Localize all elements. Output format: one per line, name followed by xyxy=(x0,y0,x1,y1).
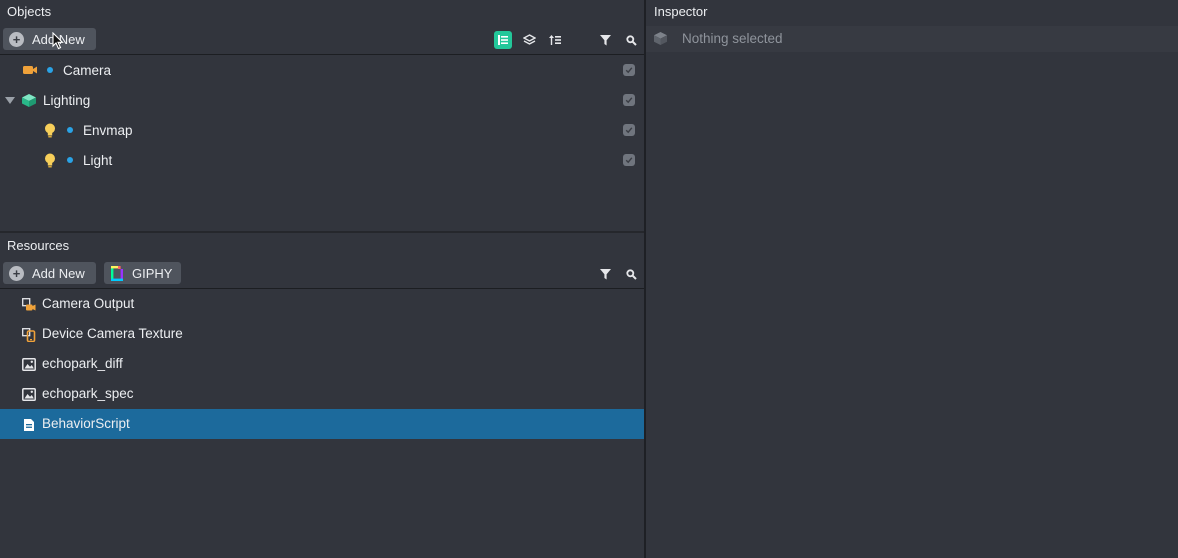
left-column: Objects + Add New Camera Lighting Envmap… xyxy=(0,0,644,558)
panel-splitter[interactable] xyxy=(0,231,644,233)
inspector-header: Nothing selected xyxy=(646,26,1178,52)
tree-item-label: Envmap xyxy=(83,122,133,138)
resource-item-echopark-spec[interactable]: echopark_spec xyxy=(0,379,644,409)
tree-item-lighting[interactable]: Lighting xyxy=(0,85,644,115)
resources-search-button[interactable] xyxy=(622,265,640,283)
tree-item-camera[interactable]: Camera xyxy=(0,55,644,85)
inspector-panel-title: Inspector xyxy=(654,4,708,19)
search-icon xyxy=(625,34,637,46)
status-dot xyxy=(47,67,53,73)
giphy-logo-icon xyxy=(111,265,123,281)
objects-search-button[interactable] xyxy=(622,31,640,49)
tree-item-label: Camera xyxy=(63,62,112,78)
list-tree-icon xyxy=(498,35,508,45)
resources-filter-button[interactable] xyxy=(596,265,614,283)
sort-order-toggle[interactable] xyxy=(546,31,564,49)
resource-item-device-camera-texture[interactable]: Device Camera Texture xyxy=(0,319,644,349)
filter-icon xyxy=(599,268,611,279)
resource-item-label: echopark_diff xyxy=(42,356,123,371)
objects-panel-title: Objects xyxy=(7,4,52,19)
tree-item-envmap[interactable]: Envmap xyxy=(0,115,644,145)
giphy-label: GIPHY xyxy=(132,265,173,281)
resource-item-label: Device Camera Texture xyxy=(42,326,183,341)
visibility-checkbox[interactable] xyxy=(623,94,635,106)
objects-add-new-button[interactable]: + Add New xyxy=(3,28,96,50)
tree-item-label: Lighting xyxy=(43,92,91,108)
plus-circle-icon: + xyxy=(9,31,24,47)
check-icon xyxy=(625,157,633,164)
tree-item-light[interactable]: Light xyxy=(0,145,644,175)
expand-triangle-icon[interactable] xyxy=(5,96,15,104)
layers-view-toggle[interactable] xyxy=(520,31,538,49)
plus-circle-icon: + xyxy=(9,265,24,281)
mouse-cursor-icon xyxy=(52,32,64,50)
status-dot xyxy=(67,127,73,133)
objects-toolbar: + Add New xyxy=(0,28,644,54)
visibility-checkbox[interactable] xyxy=(623,64,635,76)
light-rig-icon xyxy=(21,93,37,108)
cube-icon xyxy=(653,31,668,49)
tree-item-label: Light xyxy=(83,152,113,168)
visibility-checkbox[interactable] xyxy=(623,154,635,166)
resources-toolbar: + Add New GIPHY xyxy=(0,262,644,288)
resources-add-new-label: Add New xyxy=(32,265,85,281)
resource-item-label: echopark_spec xyxy=(42,386,134,401)
camera-output-icon xyxy=(21,297,36,312)
resource-item-camera-output[interactable]: Camera Output xyxy=(0,289,644,319)
script-icon xyxy=(21,417,36,432)
camera-icon xyxy=(22,64,38,76)
app-window: Objects + Add New Camera Lighting Envmap… xyxy=(0,0,1178,558)
bulb-icon xyxy=(44,123,56,138)
image-icon xyxy=(21,357,36,372)
check-icon xyxy=(625,127,633,134)
resources-panel-title: Resources xyxy=(7,238,70,253)
status-dot xyxy=(67,157,73,163)
inspector-panel: Inspector Nothing selected xyxy=(646,0,1178,558)
check-icon xyxy=(625,67,633,74)
sort-list-icon xyxy=(548,35,561,45)
inspector-empty-text: Nothing selected xyxy=(682,31,783,46)
filter-icon xyxy=(599,34,611,45)
resources-add-new-button[interactable]: + Add New xyxy=(3,262,96,284)
resource-item-behavior-script[interactable]: BehaviorScript xyxy=(0,409,644,439)
device-camera-texture-icon xyxy=(21,327,36,342)
hierarchy-view-toggle[interactable] xyxy=(494,31,512,49)
image-icon xyxy=(21,387,36,402)
bulb-icon xyxy=(44,153,56,168)
visibility-checkbox[interactable] xyxy=(623,124,635,136)
resource-item-label: Camera Output xyxy=(42,296,135,311)
search-icon xyxy=(625,268,637,280)
resource-item-label: BehaviorScript xyxy=(42,416,130,431)
resource-item-echopark-diff[interactable]: echopark_diff xyxy=(0,349,644,379)
giphy-button[interactable]: GIPHY xyxy=(104,262,181,284)
objects-filter-button[interactable] xyxy=(596,31,614,49)
check-icon xyxy=(625,97,633,104)
layers-icon xyxy=(522,33,536,45)
